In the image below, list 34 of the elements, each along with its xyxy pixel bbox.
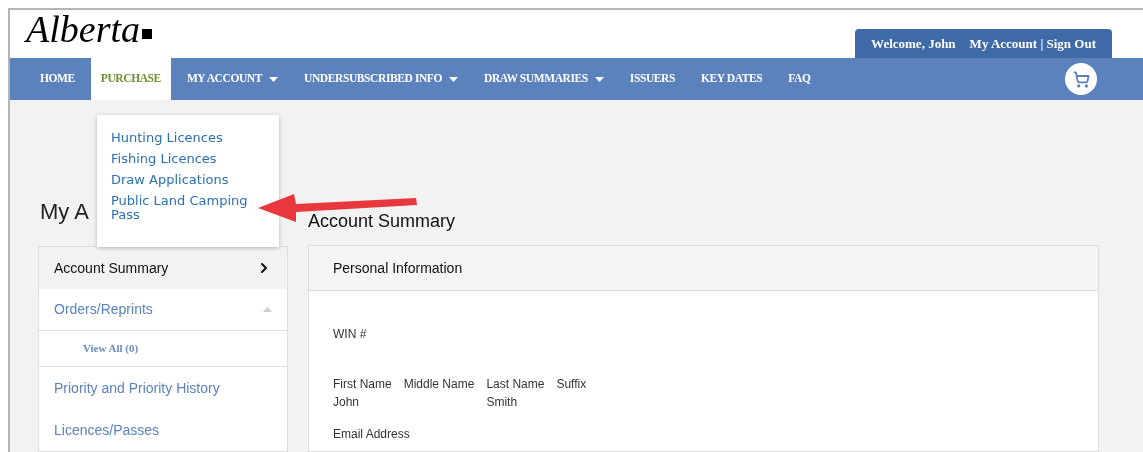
field-label: Email Address <box>333 426 411 443</box>
sidebar-item[interactable]: Account Summary <box>39 247 287 289</box>
nav-item[interactable]: KEY DATES <box>690 58 773 100</box>
field-value: Smith <box>486 394 519 411</box>
cart-button[interactable] <box>1065 63 1097 95</box>
account-links[interactable]: My Account | Sign Out <box>969 33 1096 54</box>
nav-item[interactable]: DRAW SUMMARIES <box>474 58 614 100</box>
nav-item[interactable]: MY ACCOUNT <box>176 58 288 100</box>
nav-item[interactable]: UNDERSUBSCRIBED INFO <box>294 58 469 100</box>
sidebar-item[interactable]: Orders/Reprints <box>39 289 287 331</box>
field-label: First Name <box>333 376 392 393</box>
nav-item[interactable]: HOME <box>30 58 85 100</box>
page-title: My A <box>39 198 89 226</box>
section-title: Account Summary <box>308 210 457 233</box>
sidebar-item[interactable]: Priority and Priority History <box>39 367 287 409</box>
alberta-logo[interactable]: Alberta <box>26 10 152 48</box>
field-label: WIN # <box>333 326 368 341</box>
caret-up-icon <box>263 307 272 312</box>
field-label: Last Name <box>486 376 545 393</box>
dropdown-item[interactable]: Hunting Licences <box>111 131 271 145</box>
panel-header: Personal Information <box>309 246 1098 291</box>
nav-item[interactable]: PURCHASE <box>90 58 171 100</box>
nav-item[interactable]: FAQ <box>778 58 821 100</box>
nav-item[interactable]: ISSUERS <box>619 58 685 100</box>
field-value: John <box>333 394 361 411</box>
sidebar-subitem[interactable]: View All (0) <box>39 331 287 367</box>
field-label: Suffix <box>556 376 587 393</box>
dropdown-item[interactable]: Public Land Camping Pass <box>111 194 271 222</box>
welcome-text: Welcome, John <box>871 34 956 53</box>
field-label: Middle Name <box>403 376 475 393</box>
sidebar-item[interactable]: Licences/Passes <box>39 409 287 451</box>
dropdown-item[interactable]: Fishing Licences <box>111 152 271 166</box>
cart-icon <box>1072 70 1090 88</box>
dropdown-item[interactable]: Draw Applications <box>111 173 271 187</box>
